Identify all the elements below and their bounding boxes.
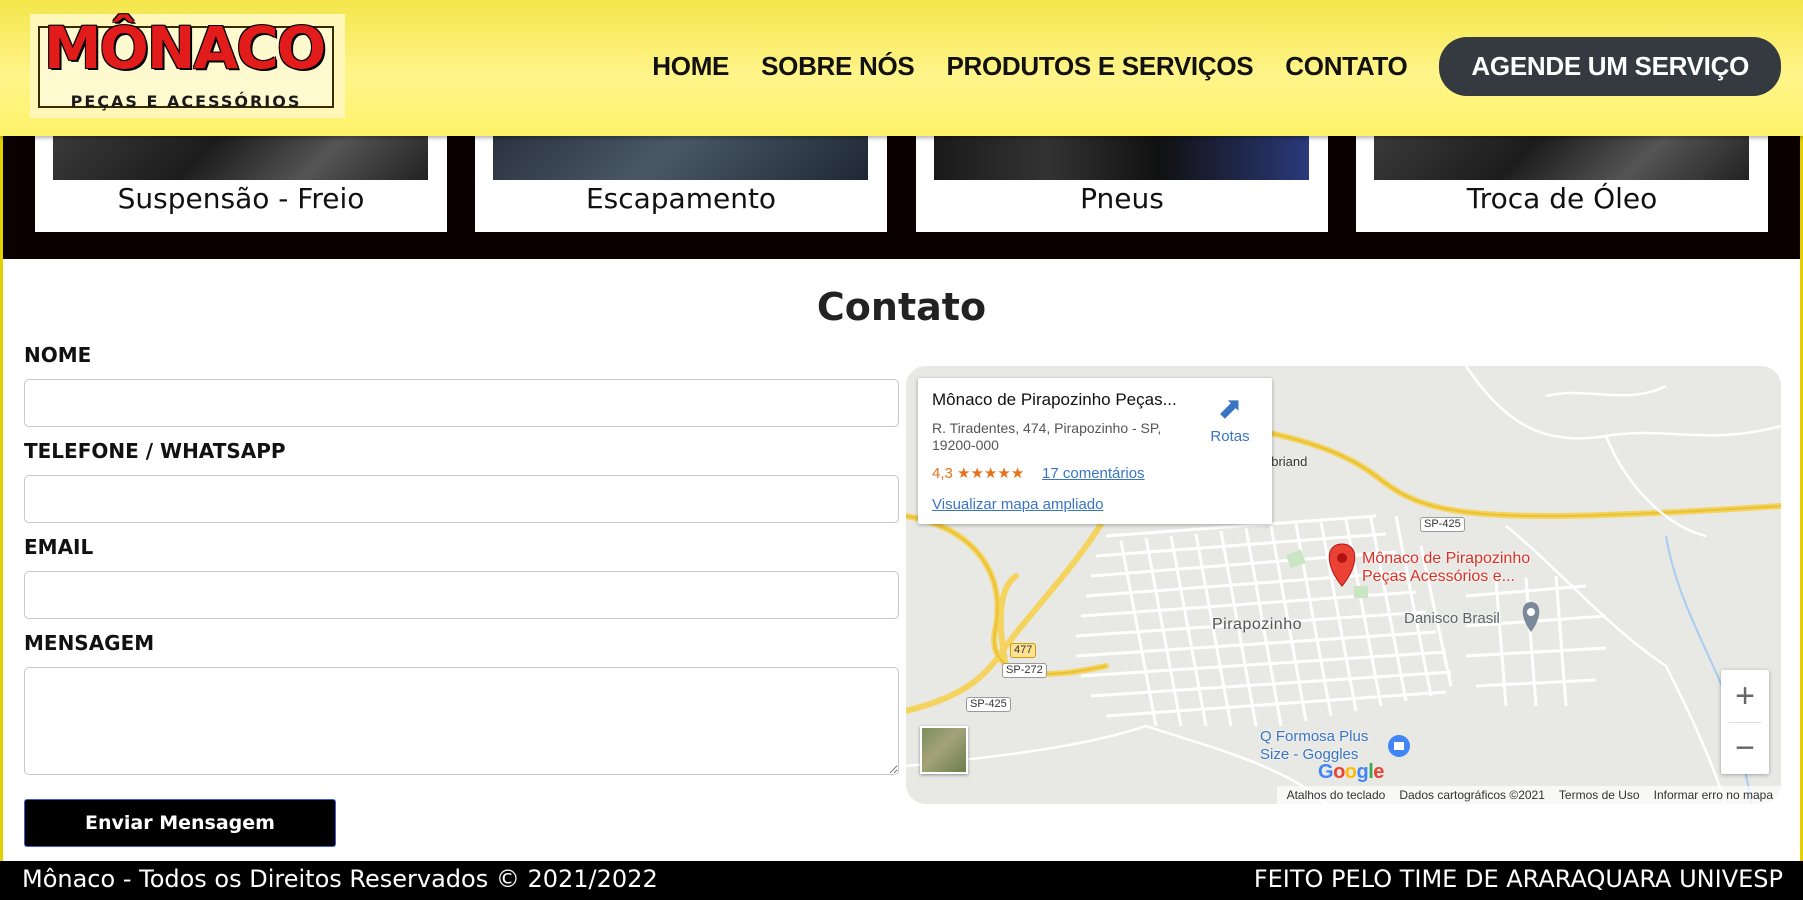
directions-button[interactable]: ⬈ Rotas <box>1202 392 1258 445</box>
zoom-divider <box>1729 722 1761 723</box>
nav-contact[interactable]: CONTATO <box>1285 51 1407 82</box>
service-photo <box>493 136 868 180</box>
service-label: Escapamento <box>585 182 777 215</box>
service-card-exhaust[interactable]: Escapamento <box>475 136 887 232</box>
service-photo <box>53 136 428 180</box>
town-label: Pirapozinho <box>1212 616 1302 633</box>
schedule-service-button[interactable]: AGENDE UM SERVIÇO <box>1439 36 1781 96</box>
poi-danisco-label[interactable]: Danisco Brasil <box>1404 610 1500 627</box>
road-label: SP-425 <box>966 697 1011 712</box>
google-logo: Google <box>1318 761 1384 783</box>
contact-title: Contato <box>816 285 987 329</box>
report-error-link[interactable]: Informar erro no mapa <box>1654 788 1773 804</box>
view-larger-map-link[interactable]: Visualizar mapa ampliado <box>932 496 1103 513</box>
zoom-in-button[interactable]: + <box>1721 670 1769 722</box>
left-edge <box>0 136 3 861</box>
directions-icon: ⬈ <box>1217 392 1243 425</box>
satellite-toggle-button[interactable] <box>920 726 968 774</box>
site-header: MÔNACO PEÇAS E ACESSÓRIOS HOME SOBRE NÓS… <box>0 0 1803 136</box>
logo[interactable]: MÔNACO PEÇAS E ACESSÓRIOS <box>30 14 345 118</box>
map-rating: 4,3 ★★★★★ <box>932 464 1024 482</box>
terms-link[interactable]: Termos de Uso <box>1559 788 1640 804</box>
page: MÔNACO PEÇAS E ACESSÓRIOS HOME SOBRE NÓS… <box>0 0 1803 900</box>
map-pin-label-line: Peças Acessórios e... <box>1362 568 1515 585</box>
road-label: 477 <box>1010 643 1037 658</box>
map-pin-label[interactable]: Mônaco de Pirapozinho Peças Acessórios e… <box>1362 550 1530 586</box>
contact-section: Contato NOME TELEFONE / WHATSAPP EMAIL M… <box>0 259 1803 861</box>
service-photo <box>934 136 1309 180</box>
map-info-card: Mônaco de Pirapozinho Peças... R. Tirade… <box>918 378 1272 524</box>
service-card-tires[interactable]: Pneus <box>916 136 1328 232</box>
site-footer: Mônaco - Todos os Direitos Reservados © … <box>0 861 1803 900</box>
poi-formosa-label[interactable]: Q Formosa Plus Size - Goggles <box>1260 728 1368 764</box>
rating-stars-icon: ★★★★★ <box>957 465 1025 482</box>
send-message-button[interactable]: Enviar Mensagem <box>24 799 336 847</box>
map-pin-label-line: Mônaco de Pirapozinho <box>1362 550 1531 567</box>
service-photo <box>1374 136 1749 180</box>
directions-label: Rotas <box>1210 428 1250 445</box>
map-place-name: Mônaco de Pirapozinho Peças... <box>932 390 1177 409</box>
credits-text: FEITO PELO TIME DE ARARAQUARA UNIVESP <box>1253 865 1783 893</box>
service-label: Troca de Óleo <box>1466 182 1658 215</box>
logo-tagline: PEÇAS E ACESSÓRIOS <box>70 92 302 111</box>
map-address: R. Tiradentes, 474, Pirapozinho - SP, 19… <box>932 420 1162 453</box>
nav-about[interactable]: SOBRE NÓS <box>761 51 915 82</box>
zoom-out-button[interactable]: − <box>1721 722 1769 774</box>
road-label: SP-425 <box>1420 517 1465 532</box>
service-card-suspension[interactable]: Suspensão - Freio <box>35 136 447 232</box>
nav-home[interactable]: HOME <box>652 51 729 82</box>
zoom-control: + − <box>1721 670 1769 774</box>
services-strip: Suspensão - Freio Escapamento Pneus Troc… <box>0 136 1803 259</box>
service-card-oil-change[interactable]: Troca de Óleo <box>1356 136 1768 232</box>
map-data-credit: Dados cartográficos ©2021 <box>1399 788 1545 802</box>
rating-value: 4,3 <box>932 465 953 482</box>
map-reviews-link[interactable]: 17 comentários <box>1042 465 1145 482</box>
service-label: Suspensão - Freio <box>117 182 365 215</box>
email-label: EMAIL <box>24 535 94 559</box>
service-label: Pneus <box>1080 182 1164 215</box>
main-nav: HOME SOBRE NÓS PRODUTOS E SERVIÇOS CONTA… <box>652 36 1781 96</box>
nav-products[interactable]: PRODUTOS E SERVIÇOS <box>946 51 1253 82</box>
contact-form: NOME TELEFONE / WHATSAPP EMAIL MENSAGEM … <box>24 343 899 847</box>
logo-wordmark: MÔNACO <box>43 14 326 82</box>
poi-formosa-line: Q Formosa Plus <box>1260 728 1369 745</box>
message-label: MENSAGEM <box>24 631 155 655</box>
road-label: SP-272 <box>1002 663 1047 678</box>
name-field[interactable] <box>24 379 899 427</box>
message-field[interactable] <box>24 667 899 775</box>
email-field[interactable] <box>24 571 899 619</box>
phone-label: TELEFONE / WHATSAPP <box>24 439 286 463</box>
keyboard-shortcuts-link[interactable]: Atalhos do teclado <box>1287 788 1386 804</box>
name-label: NOME <box>24 343 92 367</box>
embedded-map[interactable]: ubriand SP-425 477 SP-272 SP-425 Mônaco … <box>906 366 1781 804</box>
phone-field[interactable] <box>24 475 899 523</box>
copyright-text: Mônaco - Todos os Direitos Reservados © … <box>22 865 658 893</box>
map-attribution: Atalhos do teclado Dados cartográficos ©… <box>1276 786 1781 804</box>
